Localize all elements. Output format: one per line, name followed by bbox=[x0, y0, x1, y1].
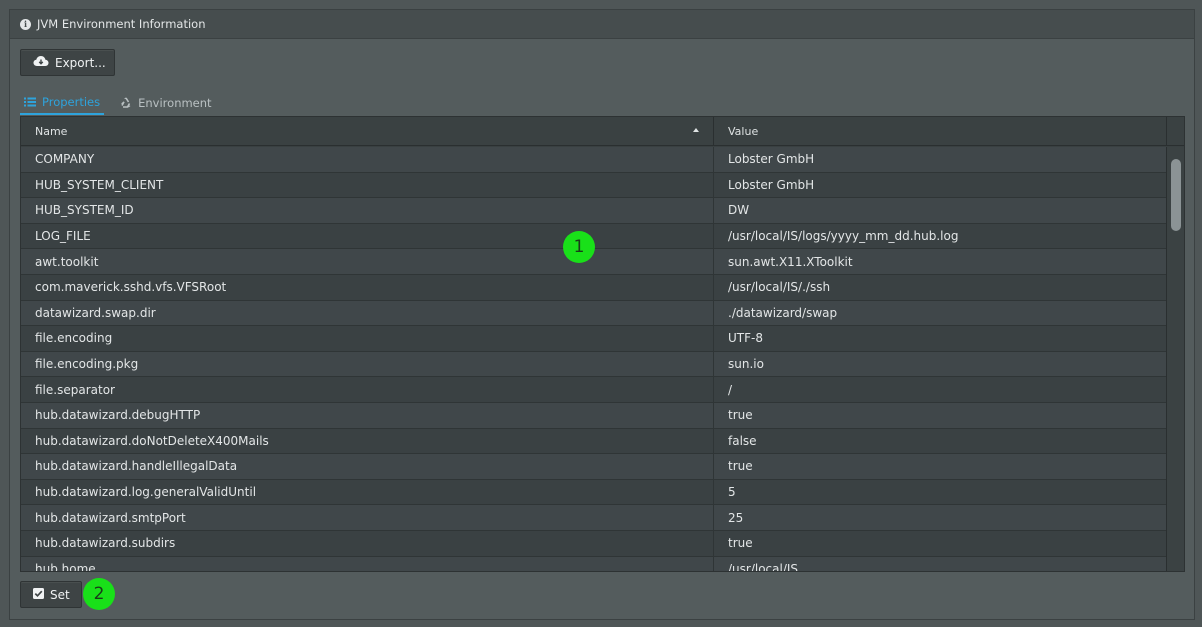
properties-table: Name Value COMPANY Lobster GmbH HUB_SYSTE… bbox=[20, 116, 1185, 572]
info-icon: i bbox=[20, 18, 31, 30]
table-row[interactable]: HUB_SYSTEM_CLIENT Lobster GmbH bbox=[21, 172, 1167, 199]
annotation-badge-2: 2 bbox=[83, 578, 115, 610]
table-row[interactable]: hub.datawizard.subdirs true bbox=[21, 530, 1167, 557]
cell-value: /usr/local/IS/./ssh bbox=[728, 280, 831, 295]
cell-name: hub.datawizard.handleIllegalData bbox=[21, 454, 714, 479]
table-row[interactable]: hub.datawizard.handleIllegalData true bbox=[21, 454, 1167, 480]
tab-environment[interactable]: Environment bbox=[116, 90, 215, 115]
table-row[interactable]: file.separator / bbox=[21, 377, 1167, 403]
cell-name: file.separator bbox=[21, 377, 714, 402]
table-row[interactable]: file.encoding.pkg sun.io bbox=[21, 351, 1167, 378]
cell-name: hub.datawizard.doNotDeleteX400Mails bbox=[21, 428, 714, 454]
cell-value: 25 bbox=[728, 510, 744, 525]
recycle-icon bbox=[120, 97, 132, 108]
column-header-name[interactable]: Name bbox=[21, 117, 714, 145]
cell-name: hub.datawizard.smtpPort bbox=[21, 505, 714, 530]
checkbox-checked-icon bbox=[33, 587, 44, 602]
cell-name: LOG_FILE bbox=[21, 223, 714, 249]
vertical-scrollbar[interactable] bbox=[1166, 147, 1184, 571]
cell-value: true bbox=[728, 408, 753, 423]
cell-name: hub.datawizard.subdirs bbox=[21, 530, 714, 556]
cell-value: sun.awt.X11.XToolkit bbox=[728, 254, 853, 269]
set-button[interactable]: Set bbox=[20, 581, 82, 608]
cell-name: datawizard.swap.dir bbox=[21, 300, 714, 326]
sort-ascending-icon bbox=[693, 128, 699, 132]
tab-properties[interactable]: Properties bbox=[20, 90, 105, 115]
cell-value: / bbox=[728, 382, 733, 397]
cell-value: false bbox=[728, 433, 757, 448]
cell-name: HUB_SYSTEM_ID bbox=[21, 198, 714, 223]
cloud-download-icon bbox=[33, 55, 49, 70]
cell-value: true bbox=[728, 459, 753, 474]
table-row[interactable]: file.encoding UTF-8 bbox=[21, 326, 1167, 352]
scrollbar-thumb[interactable] bbox=[1171, 159, 1181, 231]
header-spacer bbox=[1167, 117, 1184, 145]
cell-value: /usr/local/IS/logs/yyyy_mm_dd.hub.log bbox=[728, 229, 959, 244]
cell-name: hub.home bbox=[21, 556, 714, 571]
panel-header: i JVM Environment Information bbox=[10, 10, 1194, 39]
cell-name: awt.toolkit bbox=[21, 249, 714, 274]
set-button-label: Set bbox=[50, 587, 70, 602]
table-row[interactable]: datawizard.swap.dir ./datawizard/swap bbox=[21, 300, 1167, 327]
cell-value: 5 bbox=[728, 485, 736, 500]
tab-properties-label: Properties bbox=[42, 94, 101, 109]
cell-value: true bbox=[728, 536, 753, 551]
table-header: Name Value bbox=[21, 117, 1184, 146]
column-value-label: Value bbox=[728, 124, 759, 138]
table-row[interactable]: hub.datawizard.doNotDeleteX400Mails false bbox=[21, 428, 1167, 455]
table-row[interactable]: hub.datawizard.debugHTTP true bbox=[21, 402, 1167, 429]
cell-value: sun.io bbox=[728, 357, 764, 372]
table-row[interactable]: hub.home/usr/local/IS bbox=[21, 556, 1167, 572]
jvm-info-panel: i JVM Environment Information Export... … bbox=[9, 9, 1195, 620]
list-icon bbox=[24, 97, 36, 107]
cell-value: DW bbox=[728, 203, 750, 218]
column-name-label: Name bbox=[35, 124, 68, 138]
annotation-badge-1: 1 bbox=[563, 231, 595, 263]
cell-value: Lobster GmbH bbox=[728, 152, 815, 167]
cell-value: /usr/local/IS bbox=[728, 561, 799, 572]
table-row[interactable]: COMPANY Lobster GmbH bbox=[21, 147, 1167, 173]
column-header-value[interactable]: Value bbox=[714, 117, 1167, 145]
tab-bar: Properties Environment bbox=[20, 90, 228, 115]
cell-value: UTF-8 bbox=[728, 331, 763, 346]
cell-name: com.maverick.sshd.vfs.VFSRoot bbox=[21, 274, 714, 300]
cell-value: ./datawizard/swap bbox=[728, 305, 838, 320]
cell-value: Lobster GmbH bbox=[728, 177, 815, 192]
tab-environment-label: Environment bbox=[138, 95, 212, 110]
cell-name: hub.datawizard.log.generalValidUntil bbox=[21, 479, 714, 505]
table-row[interactable]: hub.datawizard.log.generalValidUntil 5 bbox=[21, 479, 1167, 506]
table-body: COMPANY Lobster GmbH HUB_SYSTEM_CLIENT Lob… bbox=[21, 147, 1167, 572]
cell-name: COMPANY bbox=[21, 147, 714, 172]
cell-name: HUB_SYSTEM_CLIENT bbox=[21, 172, 714, 198]
cell-name: hub.datawizard.debugHTTP bbox=[21, 402, 714, 428]
table-row[interactable]: HUB_SYSTEM_ID DW bbox=[21, 198, 1167, 224]
table-row[interactable]: com.maverick.sshd.vfs.VFSRoot/usr/local/… bbox=[21, 274, 1167, 301]
cell-name: file.encoding bbox=[21, 326, 714, 351]
cell-name: file.encoding.pkg bbox=[21, 351, 714, 377]
export-button[interactable]: Export... bbox=[20, 49, 115, 76]
table-row[interactable]: hub.datawizard.smtpPort 25 bbox=[21, 505, 1167, 531]
table-row[interactable]: awt.toolkit sun.awt.X11.XToolkit bbox=[21, 249, 1167, 275]
export-button-label: Export... bbox=[55, 55, 106, 70]
panel-title: JVM Environment Information bbox=[37, 17, 206, 31]
